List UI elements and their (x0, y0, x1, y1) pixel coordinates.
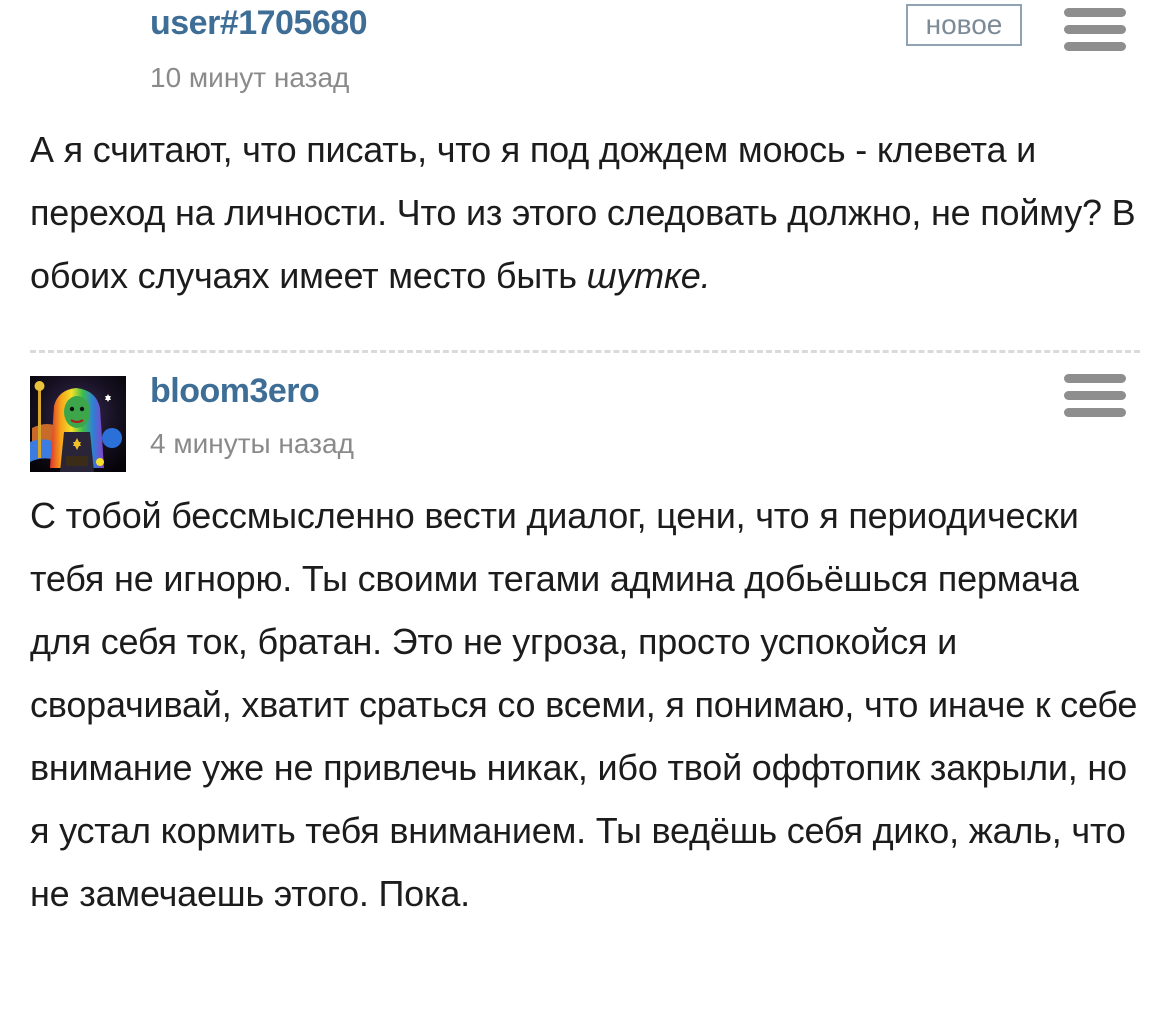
comment-author[interactable]: bloom3ero (150, 372, 320, 411)
comment-menu-button[interactable] (1062, 6, 1128, 56)
comment: user#1705680 10 минут назад новое А я сч… (0, 0, 1170, 340)
comment-timestamp: 4 минуты назад (150, 428, 354, 459)
comment-text: С тобой бессмысленно вести диалог, цени,… (30, 495, 1138, 914)
comment-text-emphasis: шутке. (586, 255, 711, 296)
user-avatar-image (30, 376, 126, 472)
comment-divider (30, 350, 1140, 353)
avatar[interactable] (30, 376, 126, 472)
comment-author[interactable]: user#1705680 (150, 4, 368, 43)
new-badge: новое (906, 4, 1022, 46)
comment-timestamp: 10 минут назад (150, 62, 350, 93)
comment-menu-button[interactable] (1062, 372, 1128, 422)
comment-text: А я считают, что писать, что я под дожде… (30, 118, 1145, 307)
comment-text-main: А я считают, что писать, что я под дожде… (30, 129, 1136, 296)
comment: bloom3ero 4 минуты назад С тобой бессмыс… (0, 356, 1170, 1010)
